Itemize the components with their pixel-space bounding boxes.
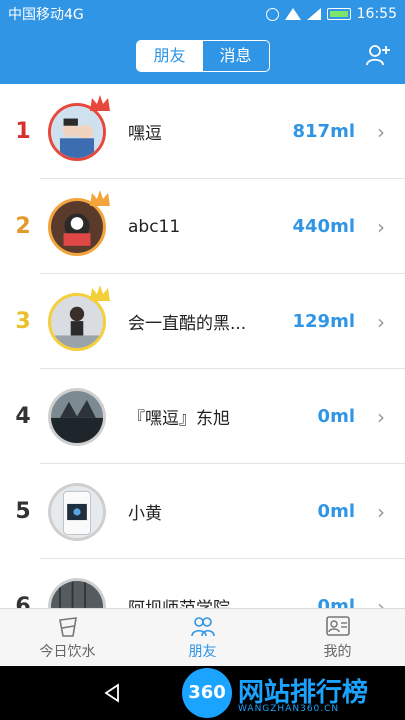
system-nav-bar: 360 网站排行榜 WANGZHAN360.CN [0, 666, 405, 720]
list-item[interactable]: 1 嘿逗 817ml › [0, 84, 405, 179]
profile-card-icon [325, 616, 350, 636]
friend-name: 小黄 [128, 504, 162, 524]
avatar [48, 387, 106, 446]
list-item[interactable]: 3 会一直酷的黑... 129ml › [0, 274, 405, 369]
list-item[interactable]: 4 『嘿逗』东旭 0ml › [0, 369, 405, 464]
rank-number: 2 [15, 214, 31, 239]
app-header: 朋友 消息 [0, 28, 405, 84]
tab-label: 我的 [323, 644, 352, 660]
water-cup-icon [58, 617, 77, 637]
status-bar: 中国移动4G 16:55 [0, 0, 405, 28]
chevron-right-icon: › [377, 309, 385, 334]
water-amount: 440ml [292, 216, 356, 237]
crown-icon [90, 189, 110, 206]
tab-today-water[interactable]: 今日饮水 [0, 609, 135, 666]
rank-number: 6 [15, 594, 31, 608]
back-icon[interactable] [102, 683, 122, 703]
signal-icon [306, 8, 321, 20]
bottom-tab-bar: 今日饮水 朋友 我的 [0, 608, 405, 666]
avatar [48, 94, 110, 161]
tab-label: 朋友 [188, 644, 217, 660]
friend-ranking-list: 1 嘿逗 817ml › 2 abc11 440ml › 3 会一直酷的黑...… [0, 84, 405, 608]
water-amount: 817ml [292, 121, 356, 142]
tab-label: 今日饮水 [39, 644, 96, 660]
water-amount: 0ml [317, 406, 355, 427]
avatar [48, 482, 106, 541]
list-item[interactable]: 5 小黄 0ml › [0, 464, 405, 559]
friends-icon [190, 617, 215, 637]
chevron-right-icon: › [377, 119, 385, 144]
list-item[interactable]: 6 阿坝师范学院 0ml › [0, 559, 405, 608]
battery-icon [326, 8, 351, 20]
rank-number: 4 [15, 404, 31, 429]
friend-name: 会一直酷的黑... [128, 314, 247, 334]
chevron-right-icon: › [377, 594, 385, 609]
chevron-right-icon: › [377, 404, 385, 429]
alarm-icon [265, 7, 279, 21]
status-icons: 16:55 [265, 6, 397, 22]
list-item[interactable]: 2 abc11 440ml › [0, 179, 405, 274]
tab-messages[interactable]: 消息 [203, 41, 269, 71]
wifi-icon [284, 8, 301, 20]
watermark-logo: 360 [182, 668, 232, 718]
watermark: 360 网站排行榜 WANGZHAN360.CN [182, 668, 397, 718]
chevron-right-icon: › [377, 499, 385, 524]
friend-name: abc11 [128, 216, 181, 237]
water-amount: 0ml [317, 596, 355, 608]
carrier-label: 中国移动4G [8, 7, 84, 23]
crown-icon [90, 94, 110, 111]
crown-icon [90, 284, 110, 301]
friend-name: 嘿逗 [128, 124, 162, 144]
segmented-control: 朋友 消息 [135, 40, 270, 72]
water-amount: 129ml [292, 311, 356, 332]
rank-number: 1 [15, 119, 31, 144]
rank-number: 5 [15, 499, 31, 524]
avatar [48, 284, 110, 351]
avatar [48, 189, 110, 256]
tab-friends[interactable]: 朋友 [136, 41, 203, 71]
chevron-right-icon: › [377, 214, 385, 239]
friend-name: 『嘿逗』东旭 [128, 409, 230, 429]
avatar [48, 577, 106, 608]
friend-name: 阿坝师范学院 [128, 594, 318, 608]
clock: 16:55 [356, 6, 397, 22]
watermark-subtext: WANGZHAN360.CN [238, 704, 340, 714]
rank-number: 3 [15, 309, 31, 334]
tab-friends-bottom[interactable]: 朋友 [135, 609, 270, 666]
tab-mine[interactable]: 我的 [270, 609, 405, 666]
water-amount: 0ml [317, 501, 355, 522]
add-user-icon[interactable] [365, 42, 391, 68]
